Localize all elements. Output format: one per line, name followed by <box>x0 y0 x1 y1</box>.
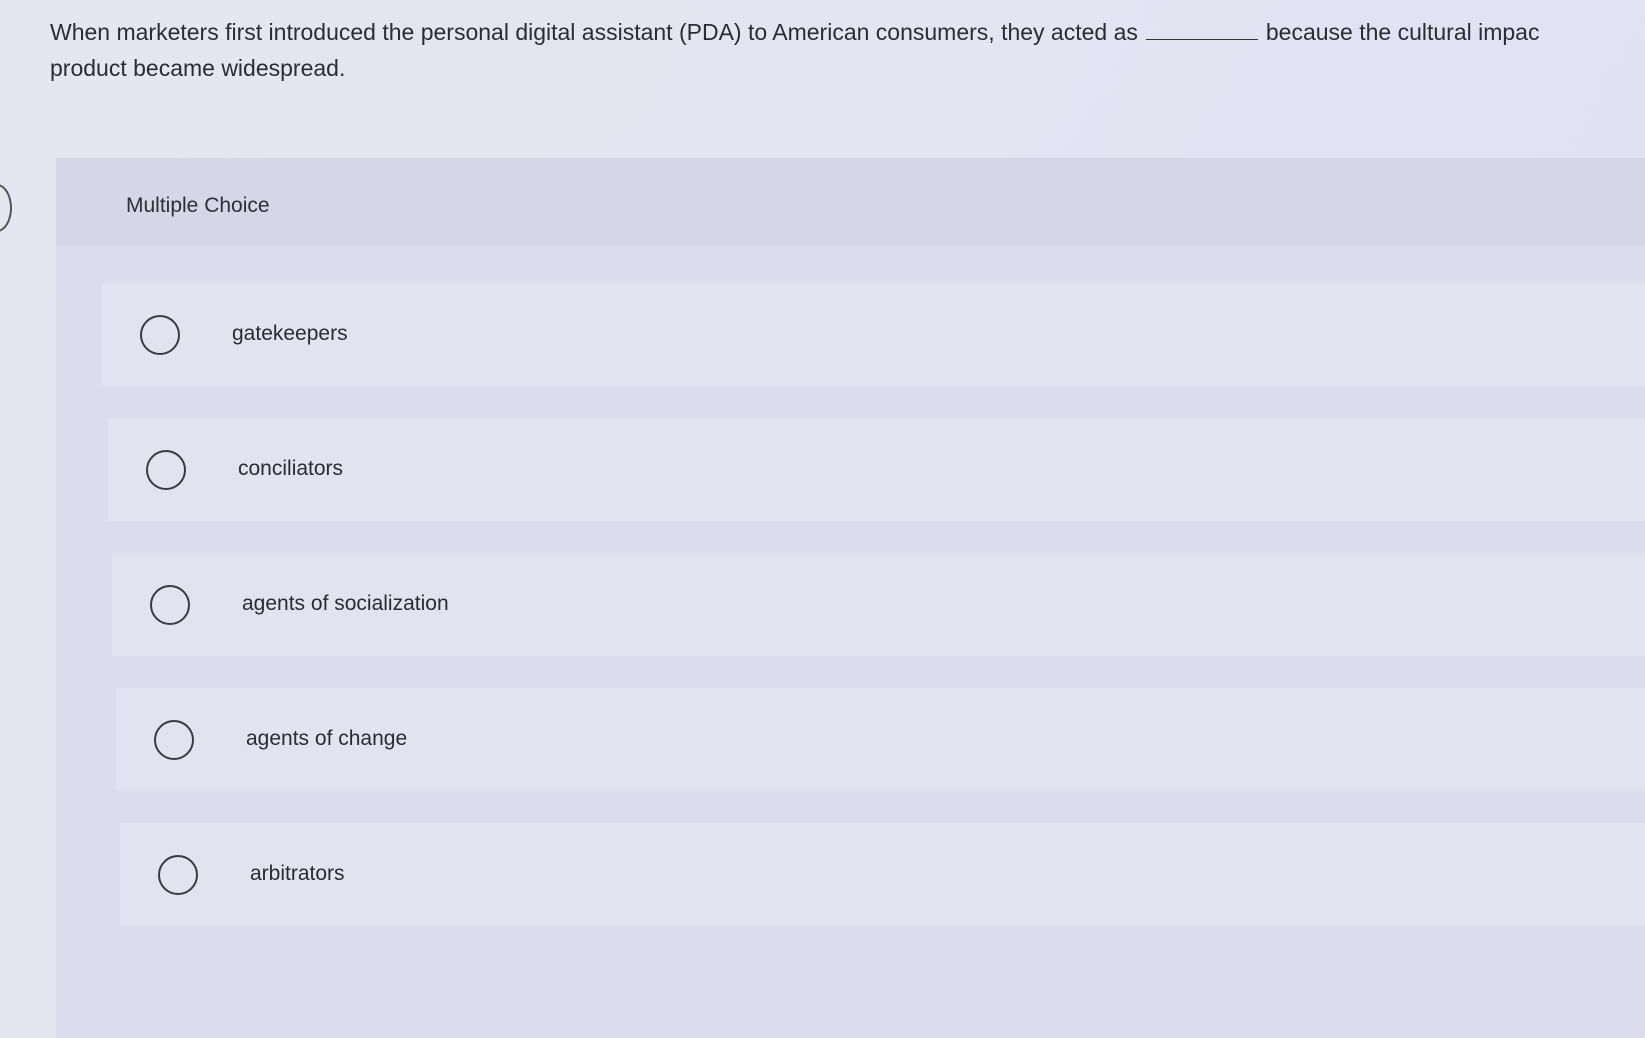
answer-option-conciliators[interactable]: conciliators <box>108 418 1645 521</box>
answer-option-label: agents of change <box>246 727 408 750</box>
multiple-choice-header: Multiple Choice <box>56 158 1645 246</box>
radio-button[interactable] <box>158 855 198 895</box>
question-line-1: When marketers first introduced the pers… <box>50 14 1645 50</box>
radio-button[interactable] <box>150 585 190 625</box>
answer-option-gatekeepers[interactable]: gatekeepers <box>102 283 1645 386</box>
answer-option-label: gatekeepers <box>232 322 348 345</box>
answer-option-label: arbitrators <box>250 862 345 885</box>
answer-option-agents-of-socialization[interactable]: agents of socialization <box>112 553 1645 656</box>
multiple-choice-panel: Multiple Choice gatekeepers conciliators… <box>56 158 1645 1038</box>
answer-option-label: agents of socialization <box>242 592 449 615</box>
side-tab-handle[interactable] <box>0 184 12 232</box>
answer-blank <box>1145 38 1258 40</box>
multiple-choice-title: Multiple Choice <box>126 194 270 217</box>
question-line-2: product became widespread. <box>50 55 346 81</box>
answer-option-label: conciliators <box>238 457 344 480</box>
radio-button[interactable] <box>140 315 180 355</box>
radio-button[interactable] <box>154 720 194 760</box>
radio-button[interactable] <box>146 450 186 490</box>
answer-option-arbitrators[interactable]: arbitrators <box>120 823 1645 926</box>
question-text-before-blank: When marketers first introduced the pers… <box>50 19 1138 45</box>
question-text: When marketers first introduced the pers… <box>50 14 1645 86</box>
answer-option-agents-of-change[interactable]: agents of change <box>116 688 1645 791</box>
question-text-after-blank: because the cultural impac <box>1265 19 1540 45</box>
